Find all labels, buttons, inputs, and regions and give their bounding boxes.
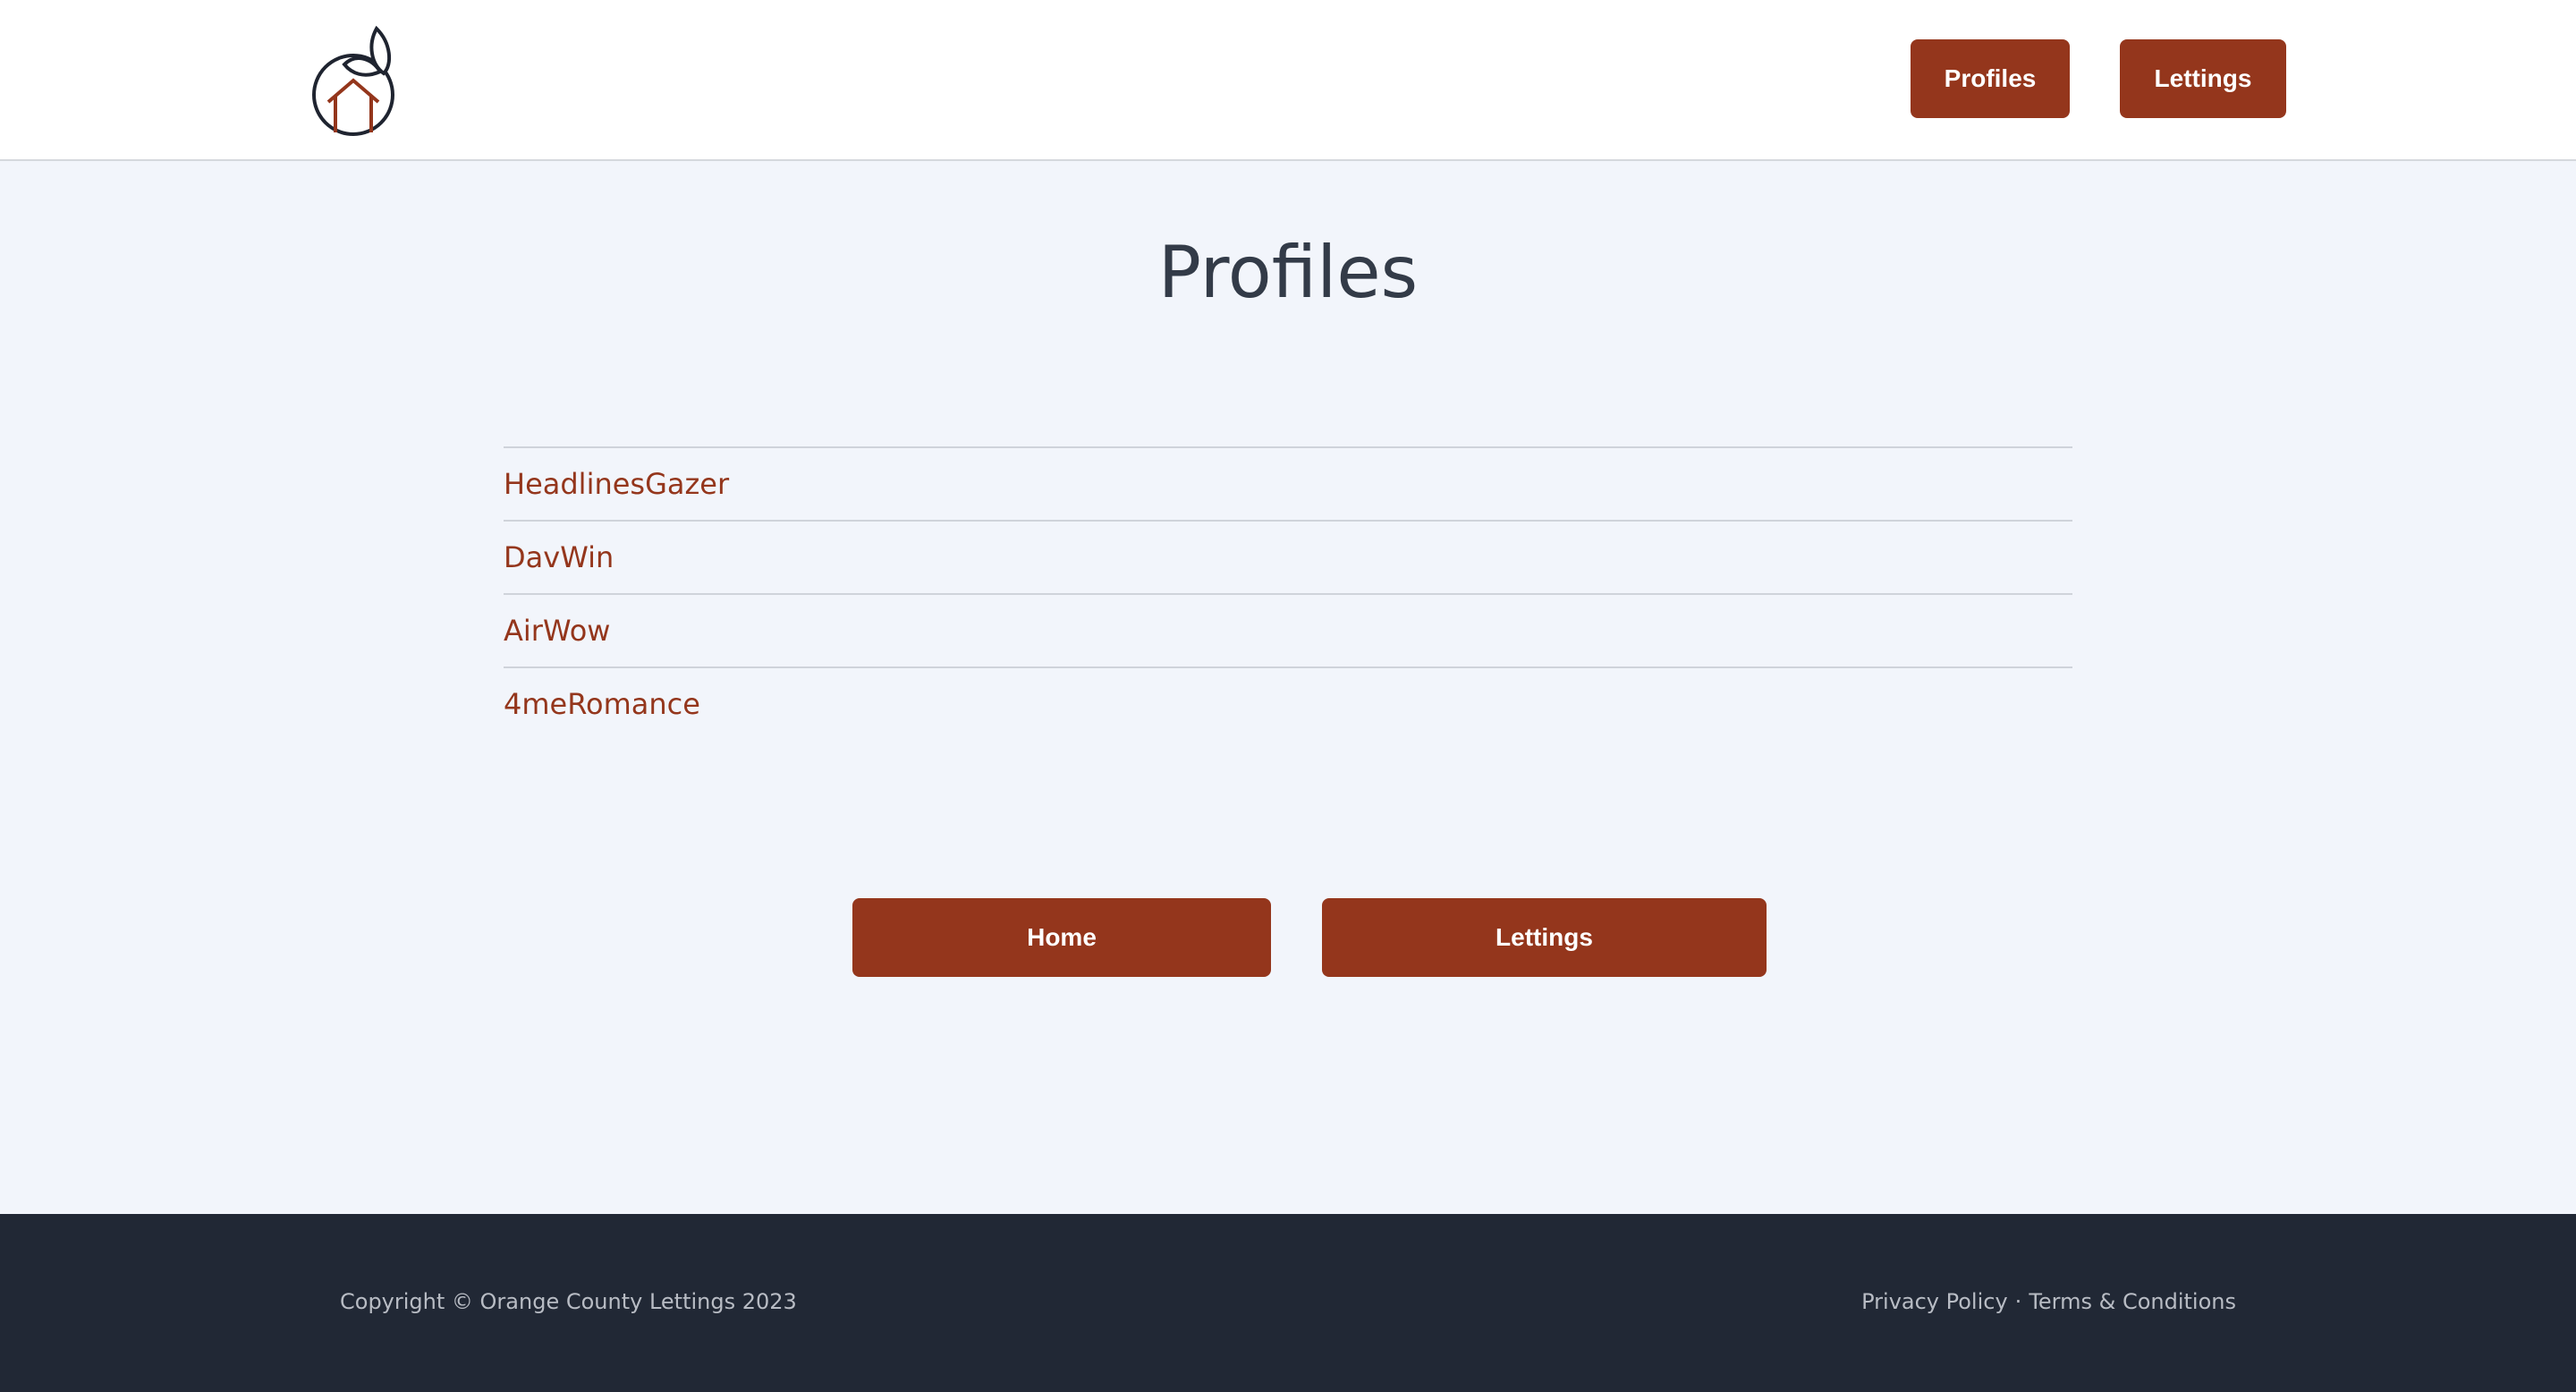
lettings-button[interactable]: Lettings bbox=[1322, 898, 1767, 977]
nav-profiles-button[interactable]: Profiles bbox=[1911, 39, 2070, 118]
profile-link-airwow[interactable]: AirWow bbox=[504, 614, 610, 648]
nav-lettings-button[interactable]: Lettings bbox=[2120, 39, 2286, 118]
site-footer: Copyright © Orange County Lettings 2023 … bbox=[0, 1214, 2576, 1392]
privacy-policy-link[interactable]: Privacy Policy bbox=[1861, 1289, 2008, 1314]
list-item: AirWow bbox=[504, 593, 2072, 666]
profile-link-4meromance[interactable]: 4meRomance bbox=[504, 687, 700, 721]
footer-links: Privacy Policy · Terms & Conditions bbox=[1861, 1289, 2236, 1314]
profile-link-davwin[interactable]: DavWin bbox=[504, 540, 614, 574]
list-item: 4meRomance bbox=[504, 666, 2072, 740]
copyright-text: Copyright © Orange County Lettings 2023 bbox=[340, 1289, 797, 1314]
list-item: DavWin bbox=[504, 520, 2072, 593]
terms-conditions-link[interactable]: Terms & Conditions bbox=[2029, 1289, 2236, 1314]
site-header: Profiles Lettings bbox=[0, 0, 2576, 161]
page-title: Profiles bbox=[1157, 231, 1419, 314]
orange-house-logo-icon bbox=[312, 25, 394, 136]
home-button[interactable]: Home bbox=[852, 898, 1271, 977]
profile-list: HeadlinesGazer DavWin AirWow 4meRomance bbox=[504, 446, 2072, 740]
profile-link-headlinesgazer[interactable]: HeadlinesGazer bbox=[504, 467, 729, 501]
list-item: HeadlinesGazer bbox=[504, 446, 2072, 520]
footer-separator: · bbox=[2014, 1289, 2022, 1314]
home-logo-link[interactable] bbox=[309, 18, 398, 143]
